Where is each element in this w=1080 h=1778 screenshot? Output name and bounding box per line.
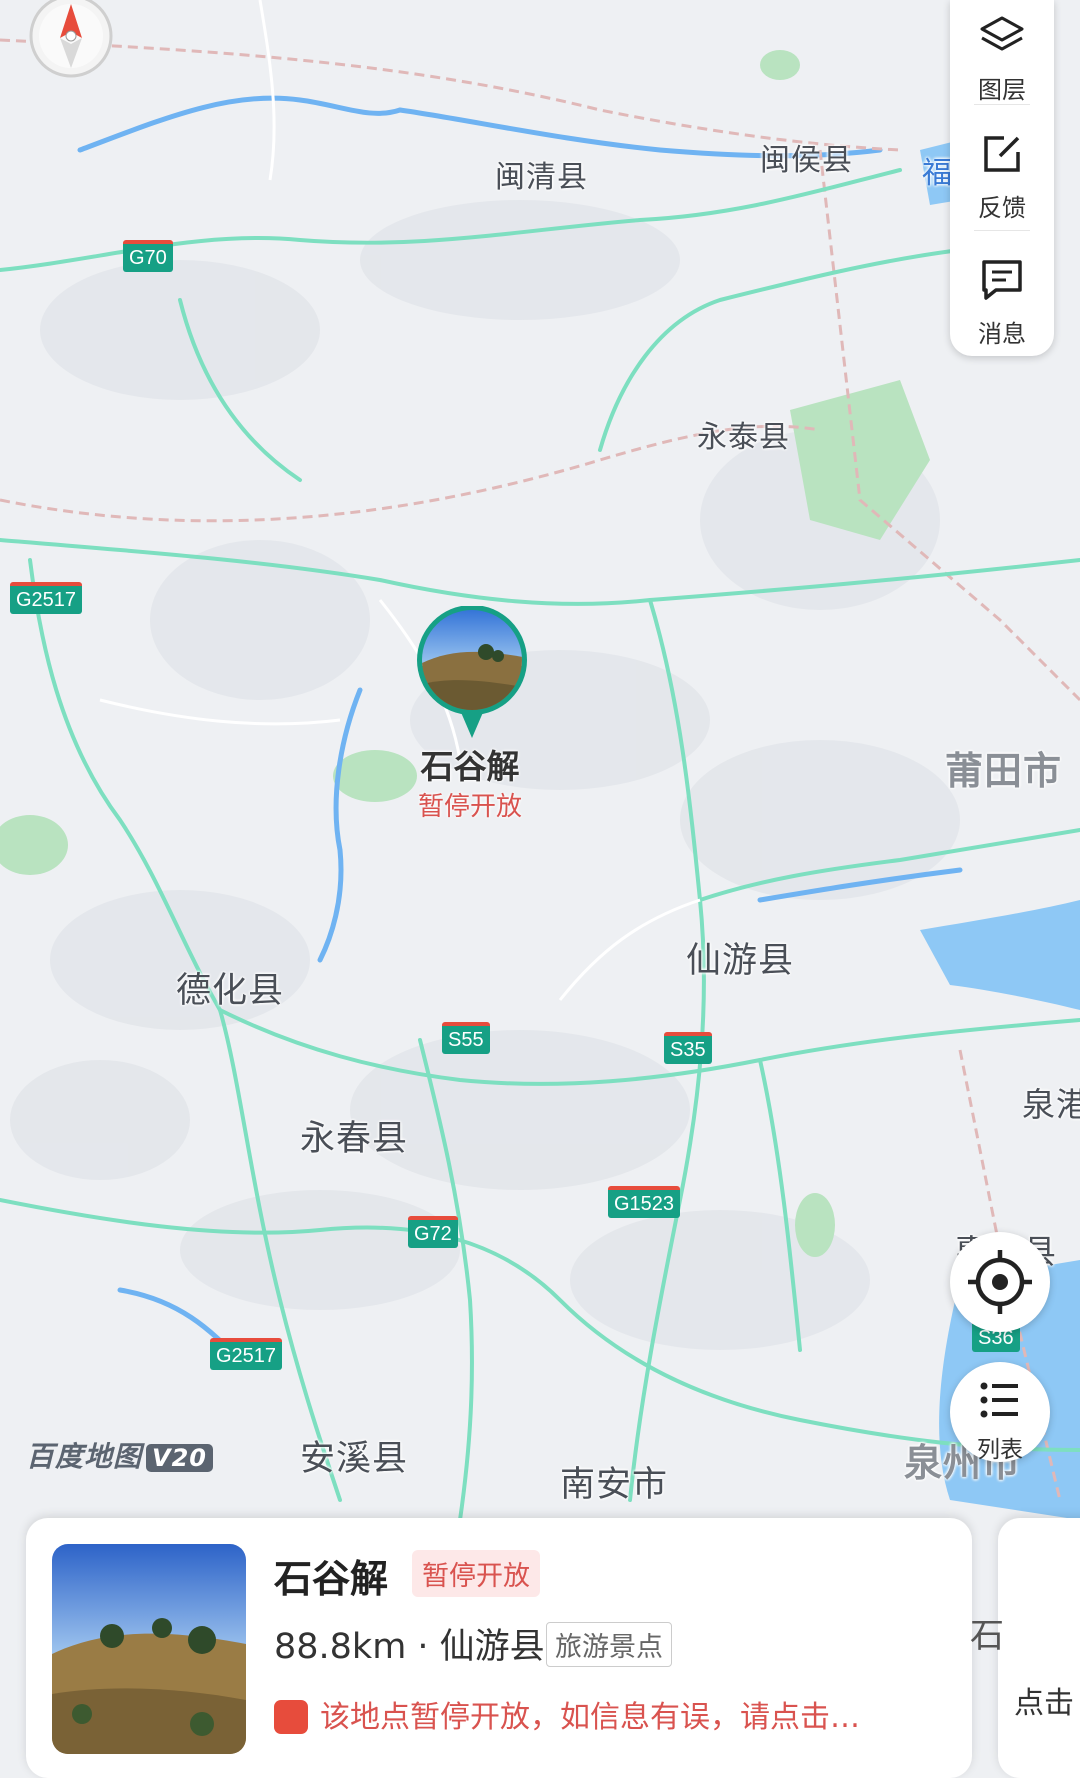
map-label-anxi: 安溪县 (300, 1439, 409, 1479)
card-title[interactable]: 石谷解 (274, 1548, 388, 1603)
status-badge: 暂停开放 (412, 1550, 540, 1597)
map-label-quangang: 泉港 (1022, 1085, 1080, 1124)
list-label: 列表 (977, 1437, 1023, 1463)
feedback-label: 反馈 (978, 194, 1026, 222)
card-distance: 88.8km · 仙游县 (274, 1627, 545, 1667)
map-label-nanan: 南安市 (560, 1465, 669, 1505)
map-label-yongchun: 永春县 (300, 1119, 409, 1159)
locate-icon (968, 1250, 1032, 1314)
map-label-minhou: 闽侯县 (760, 143, 853, 178)
map-label-fu: 福 (922, 156, 953, 191)
logo-text: 百度地图 (26, 1440, 143, 1473)
closure-notice[interactable]: 该地点暂停开放，如信息有误，请点击… (274, 1692, 860, 1736)
compass-icon[interactable] (28, 0, 114, 80)
logo-version: V20 (146, 1444, 213, 1472)
message-label: 消息 (978, 320, 1026, 348)
side-card[interactable]: 点击 (998, 1518, 1080, 1778)
poi-card[interactable]: 石谷解 暂停开放 88.8km · 仙游县 旅游景点 该地点暂停开放，如信息有误… (26, 1518, 972, 1778)
side-char: 石 (970, 1616, 1004, 1656)
poi-thumbnail[interactable] (52, 1544, 246, 1754)
road-shield-g1523: G1523 (608, 1186, 681, 1218)
layers-button[interactable]: 图层 (950, 0, 1054, 110)
poi-marker[interactable] (416, 605, 528, 742)
poi-name[interactable]: 石谷解 (360, 740, 580, 788)
message-button[interactable]: 消息 (950, 244, 1054, 354)
layers-icon (980, 16, 1024, 51)
map-label-dehua: 德化县 (176, 971, 285, 1011)
map-label-yongtai: 永泰县 (697, 420, 790, 455)
map-toolbar: 图层 反馈 消息 (950, 0, 1054, 356)
map-label-minqing: 闽清县 (495, 160, 588, 195)
poi-status: 暂停开放 (417, 792, 522, 822)
list-button[interactable]: 列表 (950, 1362, 1050, 1463)
road-shield-s35: S35 (664, 1032, 712, 1064)
speaker-icon (274, 1699, 308, 1734)
road-shield-g2517: G2517 (210, 1338, 283, 1370)
locate-button[interactable] (950, 1232, 1050, 1332)
road-shield-s55: S55 (442, 1022, 490, 1054)
map-logo: 百度地图 V20 (26, 1435, 213, 1475)
list-icon (980, 1382, 1018, 1418)
category-tag: 旅游景点 (546, 1622, 672, 1667)
road-shield-g70: G70 (123, 240, 173, 272)
message-icon (982, 260, 1022, 300)
road-shield-g2517: G2517 (10, 582, 83, 614)
closure-notice-text: 该地点暂停开放，如信息有误，请点击… (320, 1700, 860, 1735)
side-card-text: 点击 (1014, 1686, 1074, 1721)
feedback-button[interactable]: 反馈 (950, 118, 1054, 228)
road-shield-g72: G72 (408, 1216, 458, 1248)
map-label-putian: 莆田市 (945, 749, 1063, 793)
layers-label: 图层 (978, 76, 1026, 104)
map-label-xianyou: 仙游县 (686, 941, 795, 981)
edit-icon (984, 136, 1020, 172)
